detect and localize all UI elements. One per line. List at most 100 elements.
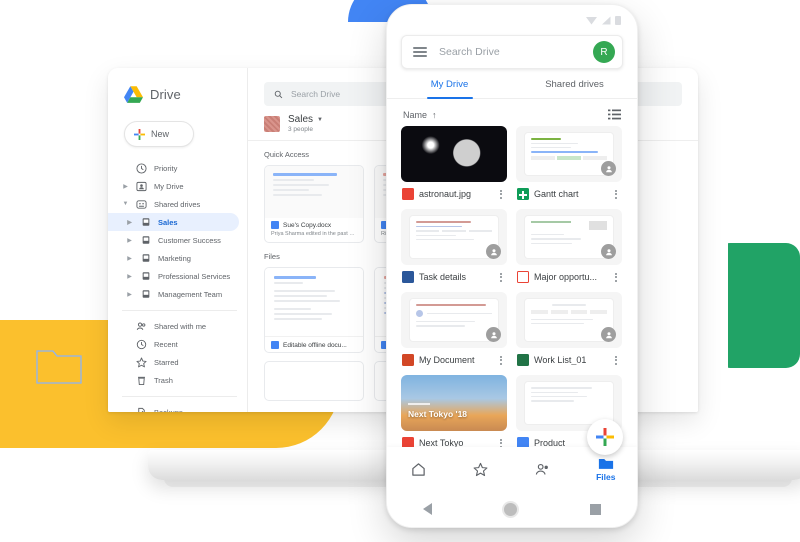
bottom-nav-shared[interactable]	[512, 462, 575, 477]
thumbnail-inner	[410, 216, 498, 258]
new-button[interactable]: New	[124, 121, 194, 147]
thumbnail-document	[516, 209, 622, 265]
image-icon	[402, 188, 414, 200]
sidebar-item-recent[interactable]: Recent	[108, 335, 247, 353]
chevron-right-icon[interactable]: ▶	[126, 291, 133, 298]
new-button-label: New	[151, 129, 170, 139]
menu-icon[interactable]	[413, 47, 427, 57]
add-icon	[596, 428, 614, 446]
search-icon	[274, 90, 283, 98]
illustration-scene: Drive New Priority ▶ My Drive ▼ Shared d…	[0, 0, 800, 542]
green-shape-mask	[716, 243, 728, 368]
more-options-icon[interactable]	[496, 355, 506, 365]
grid-item[interactable]: astronaut.jpg	[401, 126, 507, 200]
tab-shared-drives[interactable]: Shared drives	[512, 79, 637, 98]
thumbnail-document	[401, 209, 507, 265]
bottom-nav-files[interactable]: Files	[575, 457, 638, 482]
item-meta: Task details	[401, 265, 507, 283]
wifi-icon	[586, 16, 597, 24]
shared-with-me-icon	[136, 321, 147, 332]
sidebar-item-backups[interactable]: Backups	[108, 403, 247, 412]
chevron-right-icon[interactable]: ▶	[126, 219, 133, 226]
chevron-right-icon[interactable]: ▶	[126, 237, 133, 244]
file-card[interactable]: Editable offline docu...	[264, 267, 364, 353]
list-view-icon[interactable]	[608, 109, 621, 120]
more-options-icon[interactable]	[496, 189, 506, 199]
word-icon	[271, 221, 279, 229]
priority-icon	[136, 162, 147, 174]
plus-icon	[134, 128, 145, 140]
file-name: Task details	[419, 272, 467, 282]
sidebar-item-trash[interactable]: Trash	[108, 371, 247, 389]
file-name: My Document	[419, 355, 475, 365]
thumbnail-document	[401, 292, 507, 348]
grid-item[interactable]: Major opportu...	[516, 209, 622, 283]
thumbnail-document	[516, 292, 622, 348]
quick-access-card[interactable]: Sue's Copy.docx Priya Sharma edited in t…	[264, 165, 364, 243]
sidebar-item-priority[interactable]: Priority	[108, 159, 247, 177]
tab-my-drive[interactable]: My Drive	[387, 79, 512, 98]
sidebar-item-label: Management Team	[158, 289, 223, 299]
card-preview	[265, 166, 363, 218]
grid-item[interactable]: Task details	[401, 209, 507, 283]
file-name: astronaut.jpg	[419, 189, 472, 199]
grid-item[interactable]: My Document	[401, 292, 507, 366]
grid-item[interactable]: Next Tokyo '18 Next Tokyo	[401, 375, 507, 449]
sidebar-item-shared-drives[interactable]: ▼ Shared drives	[108, 195, 247, 213]
chevron-down-icon[interactable]: ▼	[122, 201, 129, 207]
sidebar-item-management-team[interactable]: ▶ Management Team	[108, 285, 247, 303]
chevron-right-icon[interactable]: ▶	[126, 255, 133, 262]
sidebar-item-my-drive[interactable]: ▶ My Drive	[108, 177, 247, 195]
sidebar-item-marketing[interactable]: ▶ Marketing	[108, 249, 247, 267]
chevron-right-icon[interactable]: ▶	[122, 183, 129, 190]
my-drive-icon	[136, 181, 147, 192]
item-meta: astronaut.jpg	[401, 182, 507, 200]
bottom-nav-starred[interactable]	[450, 462, 513, 477]
file-name: Gantt chart	[534, 189, 579, 199]
more-options-icon[interactable]	[611, 189, 621, 199]
drive-logo-row: Drive	[108, 68, 247, 103]
chevron-down-icon[interactable]: ▼	[317, 117, 323, 123]
back-icon[interactable]	[423, 503, 433, 515]
sort-direction-icon: ↑	[432, 109, 437, 120]
phone-search-bar[interactable]: Search Drive R	[401, 35, 623, 69]
word-icon	[402, 271, 414, 283]
sidebar-item-customer-success[interactable]: ▶ Customer Success	[108, 231, 247, 249]
item-meta: My Document	[401, 348, 507, 366]
bottom-nav-home[interactable]	[387, 462, 450, 477]
avatar[interactable]: R	[593, 41, 615, 63]
sort-control[interactable]: Name ↑	[403, 110, 437, 120]
sidebar-item-label: Professional Services	[158, 271, 231, 281]
more-options-icon[interactable]	[611, 272, 621, 282]
more-options-icon[interactable]	[611, 355, 621, 365]
backups-icon	[136, 407, 147, 412]
sidebar-item-label: Customer Success	[158, 235, 221, 245]
file-card[interactable]	[264, 361, 364, 401]
chevron-right-icon[interactable]: ▶	[126, 273, 133, 280]
grid-item[interactable]: Work List_01	[516, 292, 622, 366]
grid-item[interactable]: Gantt chart	[516, 126, 622, 200]
desktop-search-placeholder: Search Drive	[291, 89, 341, 99]
drive-thumbnail-icon	[264, 115, 280, 132]
sidebar-item-starred[interactable]: Starred	[108, 353, 247, 371]
shared-badge-icon	[486, 327, 501, 342]
clock-icon	[136, 339, 147, 350]
folder-outline-icon	[36, 350, 82, 384]
sheets-icon	[517, 188, 529, 200]
bottom-nav-label: Files	[596, 471, 616, 482]
sidebar-item-professional-services[interactable]: ▶ Professional Services	[108, 267, 247, 285]
more-options-icon[interactable]	[496, 272, 506, 282]
home-circle-icon[interactable]	[504, 502, 518, 516]
sidebar-item-label: Trash	[154, 375, 173, 385]
page-title: Sales	[288, 114, 314, 125]
sidebar-item-sales[interactable]: ▶ Sales	[108, 213, 239, 231]
recents-icon[interactable]	[589, 503, 601, 515]
sidebar-item-shared-with-me[interactable]: Shared with me	[108, 317, 247, 335]
sidebar-item-label: Shared drives	[154, 199, 201, 209]
sidebar-item-label: Starred	[154, 357, 179, 367]
signal-icon	[602, 16, 611, 24]
thumbnail-inner	[525, 299, 613, 341]
create-fab-button[interactable]	[587, 419, 623, 455]
shared-badge-icon	[486, 244, 501, 259]
drive-folder-icon	[140, 217, 151, 228]
